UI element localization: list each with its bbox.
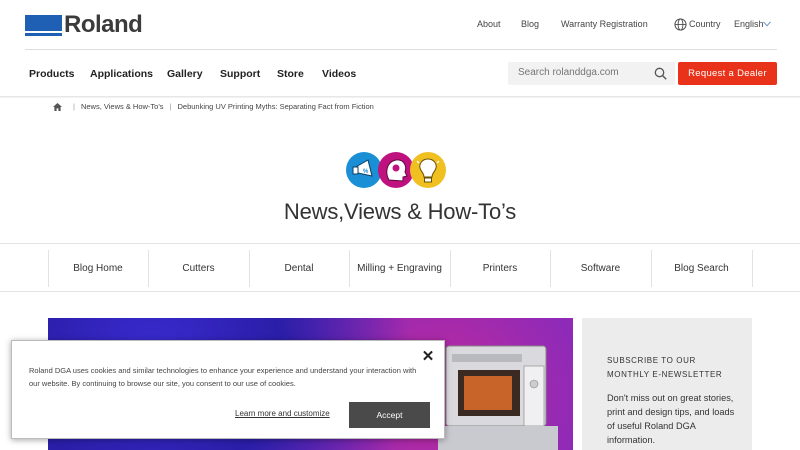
accept-cookies-button[interactable]: Accept (349, 402, 430, 428)
svg-text:%: % (363, 169, 369, 175)
cookie-message: Roland DGA uses cookies and similar tech… (29, 366, 417, 388)
newsletter-panel: SUBSCRIBE TO OUR MONTHLY E-NEWSLETTER Do… (582, 318, 752, 450)
category-printers[interactable]: Printers (450, 250, 550, 287)
megaphone-icon: % (346, 152, 382, 188)
logo-text: Roland (64, 11, 143, 38)
brain-head-icon (378, 152, 414, 188)
category-blog-home[interactable]: Blog Home (48, 250, 148, 287)
main-nav: Products Applications Gallery Support St… (0, 50, 800, 97)
category-milling-engraving[interactable]: Milling + Engraving (349, 250, 450, 287)
breadcrumb-separator: | (169, 102, 172, 111)
category-dental[interactable]: Dental (249, 250, 349, 287)
page-title: News,Views & How-To’s (283, 199, 517, 224)
category-software[interactable]: Software (550, 250, 651, 287)
nav-videos[interactable]: Videos (322, 68, 356, 80)
country-selector[interactable]: Country (689, 19, 721, 29)
category-cutters[interactable]: Cutters (148, 250, 249, 287)
search-box (508, 62, 675, 85)
breadcrumb: | News, Views & How-To's | Debunking UV … (53, 102, 374, 111)
globe-icon[interactable] (674, 18, 687, 31)
roland-logo[interactable]: Roland (25, 11, 143, 38)
category-divider-bottom (0, 291, 800, 292)
category-divider-top (0, 243, 800, 244)
blog-category-icons: % (346, 152, 446, 188)
nav-store[interactable]: Store (277, 68, 304, 80)
nav-shadow (0, 96, 800, 98)
nav-applications[interactable]: Applications (90, 68, 153, 80)
request-dealer-button[interactable]: Request a Dealer (678, 62, 777, 85)
breadcrumb-current: Debunking UV Printing Myths: Separating … (177, 102, 374, 111)
nav-gallery[interactable]: Gallery (167, 68, 203, 80)
nav-products[interactable]: Products (29, 68, 75, 80)
lightbulb-icon (410, 152, 446, 188)
category-separator (752, 250, 753, 287)
search-input[interactable] (518, 67, 648, 78)
cookie-banner: ✕ Roland DGA uses cookies and similar te… (11, 340, 445, 439)
logo-mark (25, 14, 62, 36)
newsletter-description: Don't miss out on great stories, print a… (607, 393, 735, 445)
chevron-down-icon[interactable] (763, 21, 771, 27)
about-link[interactable]: About (477, 19, 501, 29)
blog-link[interactable]: Blog (521, 19, 539, 29)
warranty-link[interactable]: Warranty Registration (561, 19, 648, 29)
breadcrumb-separator: | (73, 102, 75, 111)
close-icon[interactable]: ✕ (420, 349, 436, 365)
newsletter-heading: SUBSCRIBE TO OUR MONTHLY E-NEWSLETTER (607, 356, 723, 379)
language-selector[interactable]: English (734, 19, 764, 29)
uv-printer-image (438, 345, 558, 450)
breadcrumb-news[interactable]: News, Views & How-To's (81, 102, 164, 111)
home-icon[interactable] (53, 102, 62, 111)
learn-more-link[interactable]: Learn more and customize (235, 409, 330, 418)
top-bar: Roland About Blog Warranty Registration … (0, 0, 800, 50)
category-blog-search[interactable]: Blog Search (651, 250, 752, 287)
search-icon[interactable] (654, 67, 667, 80)
nav-support[interactable]: Support (220, 68, 260, 80)
